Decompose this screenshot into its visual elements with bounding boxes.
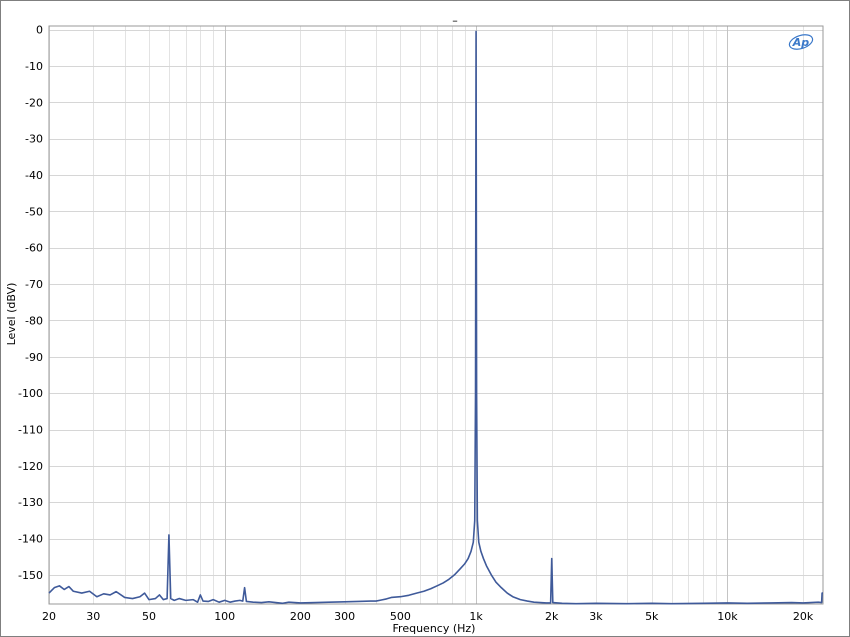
x-tick-label: 30 xyxy=(86,610,100,623)
x-tick-label: 50 xyxy=(142,610,156,623)
y-tick-label: -20 xyxy=(25,96,43,109)
y-tick-label: -100 xyxy=(18,387,43,400)
top-marker: – xyxy=(452,14,458,27)
y-tick-label: -70 xyxy=(25,278,43,291)
y-tick-label: -120 xyxy=(18,460,43,473)
y-tick-label: -10 xyxy=(25,60,43,73)
y-tick-label: -40 xyxy=(25,169,43,182)
y-tick-label: -90 xyxy=(25,351,43,364)
x-tick-label: 300 xyxy=(334,610,355,623)
chart: 0 -10 -20 -30 -40 -50 -60 -70 -80 -90 -100 -110 -120… xyxy=(5,14,824,635)
grid-minor-x xyxy=(49,26,804,604)
y-tick-label: -130 xyxy=(18,496,43,509)
series-line xyxy=(48,30,823,605)
y-tick-label: -30 xyxy=(25,133,43,146)
x-tick-label: 100 xyxy=(214,610,235,623)
ap-logo-icon: Ap xyxy=(788,34,814,50)
x-tick-label: 5k xyxy=(645,610,659,623)
ap-logo-text: Ap xyxy=(792,36,810,49)
y-tick-label: -150 xyxy=(18,569,43,582)
grid-y xyxy=(49,30,823,576)
x-axis-title: Frequency (Hz) xyxy=(393,622,476,635)
y-tick-label: -110 xyxy=(18,424,43,437)
x-tick-label: 20k xyxy=(793,610,814,623)
y-tick-labels: 0 -10 -20 -30 -40 -50 -60 -70 -80 -90 -100 -110 -120… xyxy=(18,24,43,582)
y-tick-label: -80 xyxy=(25,314,43,327)
y-tick-label: -60 xyxy=(25,242,43,255)
x-tick-label: 10k xyxy=(717,610,738,623)
y-tick-label: -140 xyxy=(18,533,43,546)
x-tick-label: 2k xyxy=(545,610,559,623)
x-tick-label: 200 xyxy=(290,610,311,623)
y-axis-title: Level (dBV) xyxy=(5,283,18,346)
y-tick-label: -50 xyxy=(25,205,43,218)
y-tick-label: 0 xyxy=(36,24,43,37)
x-tick-label: 20 xyxy=(42,610,56,623)
x-tick-label: 3k xyxy=(589,610,603,623)
plot-border xyxy=(48,25,824,605)
